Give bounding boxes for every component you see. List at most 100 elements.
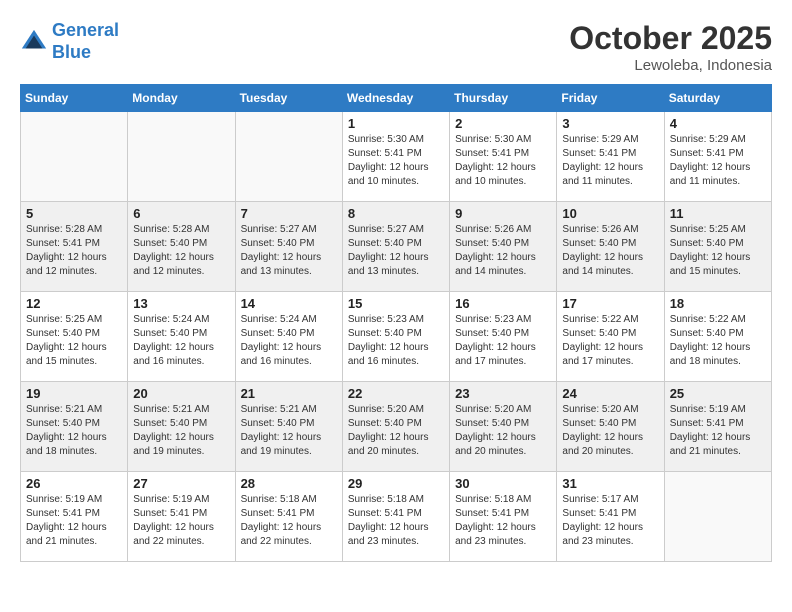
day-number: 1: [348, 116, 444, 131]
calendar-cell: 23Sunrise: 5:20 AM Sunset: 5:40 PM Dayli…: [450, 382, 557, 472]
day-number: 28: [241, 476, 337, 491]
calendar-cell: 2 Sunrise: 5:30 AM Sunset: 5:41 PM Daylig…: [450, 112, 557, 202]
calendar-cell: 4Sunrise: 5:29 AM Sunset: 5:41 PM Daylig…: [664, 112, 771, 202]
location: Lewoleba, Indonesia: [569, 57, 772, 74]
calendar-cell: 21 Sunrise: 5:21 AM Sunset: 5:40 PM Dayli…: [235, 382, 342, 472]
day-number: 12: [26, 296, 122, 311]
day-info: Sunrise: 5:22 AM Sunset: 5:40 PM Dayligh…: [562, 313, 658, 369]
day-info: Sunrise: 5:18 AM Sunset: 5:41 PM Dayligh…: [348, 493, 444, 549]
title-block: October 2025 Lewoleba, Indonesia: [569, 20, 772, 74]
day-number: 2: [455, 116, 551, 131]
day-number: 13: [133, 296, 229, 311]
calendar-cell: 8 Sunrise: 5:27 AM Sunset: 5:40 PM Daylig…: [342, 202, 449, 292]
day-info: Sunrise: 5:30 AM Sunset: 5:41 PM Dayligh…: [348, 133, 444, 189]
calendar-cell: 9 Sunrise: 5:26 AM Sunset: 5:40 PM Daylig…: [450, 202, 557, 292]
day-info: Sunrise: 5:24 AM Sunset: 5:40 PM Dayligh…: [241, 313, 337, 369]
day-number: 21: [241, 386, 337, 401]
calendar-cell: 5 Sunrise: 5:28 AM Sunset: 5:41 PM Daylig…: [21, 202, 128, 292]
day-number: 3: [562, 116, 658, 131]
day-number: 18: [670, 296, 766, 311]
calendar-week-row: 1 Sunrise: 5:30 AM Sunset: 5:41 PM Daylig…: [21, 112, 772, 202]
day-info: Sunrise: 5:24 AM Sunset: 5:40 PM Dayligh…: [133, 313, 229, 369]
day-info: Sunrise: 5:17 AM Sunset: 5:41 PM Dayligh…: [562, 493, 658, 549]
day-number: 29: [348, 476, 444, 491]
weekday-header: Wednesday: [342, 85, 449, 112]
calendar-cell: 7Sunrise: 5:27 AM Sunset: 5:40 PM Daylig…: [235, 202, 342, 292]
calendar-cell: [664, 472, 771, 562]
calendar-cell: 17 Sunrise: 5:22 AM Sunset: 5:40 PM Dayli…: [557, 292, 664, 382]
day-number: 20: [133, 386, 229, 401]
day-number: 8: [348, 206, 444, 221]
day-info: Sunrise: 5:22 AM Sunset: 5:40 PM Dayligh…: [670, 313, 766, 369]
calendar-cell: 19 Sunrise: 5:21 AM Sunset: 5:40 PM Dayli…: [21, 382, 128, 472]
calendar-cell: 29 Sunrise: 5:18 AM Sunset: 5:41 PM Dayli…: [342, 472, 449, 562]
day-info: Sunrise: 5:18 AM Sunset: 5:41 PM Dayligh…: [241, 493, 337, 549]
day-info: Sunrise: 5:21 AM Sunset: 5:40 PM Dayligh…: [26, 403, 122, 459]
calendar-cell: 24 Sunrise: 5:20 AM Sunset: 5:40 PM Dayli…: [557, 382, 664, 472]
weekday-header: Friday: [557, 85, 664, 112]
day-number: 17: [562, 296, 658, 311]
day-number: 15: [348, 296, 444, 311]
day-info: Sunrise: 5:18 AM Sunset: 5:41 PM Dayligh…: [455, 493, 551, 549]
calendar: SundayMondayTuesdayWednesdayThursdayFrid…: [20, 84, 772, 562]
calendar-cell: 13 Sunrise: 5:24 AM Sunset: 5:40 PM Dayli…: [128, 292, 235, 382]
weekday-header: Thursday: [450, 85, 557, 112]
day-info: Sunrise: 5:25 AM Sunset: 5:40 PM Dayligh…: [670, 223, 766, 279]
day-info: Sunrise: 5:28 AM Sunset: 5:41 PM Dayligh…: [26, 223, 122, 279]
weekday-header: Monday: [128, 85, 235, 112]
day-info: Sunrise: 5:21 AM Sunset: 5:40 PM Dayligh…: [241, 403, 337, 459]
day-number: 26: [26, 476, 122, 491]
calendar-cell: 6 Sunrise: 5:28 AM Sunset: 5:40 PM Daylig…: [128, 202, 235, 292]
calendar-cell: 3 Sunrise: 5:29 AM Sunset: 5:41 PM Daylig…: [557, 112, 664, 202]
calendar-cell: [21, 112, 128, 202]
day-number: 11: [670, 206, 766, 221]
day-number: 6: [133, 206, 229, 221]
calendar-cell: [235, 112, 342, 202]
calendar-header: SundayMondayTuesdayWednesdayThursdayFrid…: [21, 85, 772, 112]
weekday-header: Tuesday: [235, 85, 342, 112]
day-number: 4: [670, 116, 766, 131]
day-info: Sunrise: 5:21 AM Sunset: 5:40 PM Dayligh…: [133, 403, 229, 459]
calendar-cell: 14 Sunrise: 5:24 AM Sunset: 5:40 PM Dayli…: [235, 292, 342, 382]
day-number: 5: [26, 206, 122, 221]
calendar-cell: 1 Sunrise: 5:30 AM Sunset: 5:41 PM Daylig…: [342, 112, 449, 202]
calendar-cell: 31 Sunrise: 5:17 AM Sunset: 5:41 PM Dayli…: [557, 472, 664, 562]
day-info: Sunrise: 5:26 AM Sunset: 5:40 PM Dayligh…: [455, 223, 551, 279]
day-info: Sunrise: 5:29 AM Sunset: 5:41 PM Dayligh…: [562, 133, 658, 189]
weekday-header: Sunday: [21, 85, 128, 112]
calendar-cell: 26 Sunrise: 5:19 AM Sunset: 5:41 PM Dayli…: [21, 472, 128, 562]
day-info: Sunrise: 5:19 AM Sunset: 5:41 PM Dayligh…: [133, 493, 229, 549]
day-info: Sunrise: 5:23 AM Sunset: 5:40 PM Dayligh…: [348, 313, 444, 369]
page-header: General Blue October 2025 Lewoleba, Indo…: [20, 20, 772, 74]
weekday-header: Saturday: [664, 85, 771, 112]
day-number: 10: [562, 206, 658, 221]
month-title: October 2025: [569, 20, 772, 57]
day-info: Sunrise: 5:26 AM Sunset: 5:40 PM Dayligh…: [562, 223, 658, 279]
day-number: 7: [241, 206, 337, 221]
calendar-cell: 15 Sunrise: 5:23 AM Sunset: 5:40 PM Dayli…: [342, 292, 449, 382]
day-info: Sunrise: 5:20 AM Sunset: 5:40 PM Dayligh…: [348, 403, 444, 459]
day-number: 24: [562, 386, 658, 401]
calendar-cell: [128, 112, 235, 202]
calendar-cell: 11 Sunrise: 5:25 AM Sunset: 5:40 PM Dayli…: [664, 202, 771, 292]
calendar-cell: 10 Sunrise: 5:26 AM Sunset: 5:40 PM Dayli…: [557, 202, 664, 292]
day-number: 14: [241, 296, 337, 311]
day-number: 22: [348, 386, 444, 401]
day-info: Sunrise: 5:27 AM Sunset: 5:40 PM Dayligh…: [348, 223, 444, 279]
day-info: Sunrise: 5:28 AM Sunset: 5:40 PM Dayligh…: [133, 223, 229, 279]
day-info: Sunrise: 5:30 AM Sunset: 5:41 PM Dayligh…: [455, 133, 551, 189]
calendar-cell: 18 Sunrise: 5:22 AM Sunset: 5:40 PM Dayli…: [664, 292, 771, 382]
logo-text: General Blue: [52, 20, 119, 63]
day-info: Sunrise: 5:20 AM Sunset: 5:40 PM Dayligh…: [562, 403, 658, 459]
calendar-cell: 30 Sunrise: 5:18 AM Sunset: 5:41 PM Dayli…: [450, 472, 557, 562]
day-number: 19: [26, 386, 122, 401]
calendar-cell: 25Sunrise: 5:19 AM Sunset: 5:41 PM Dayli…: [664, 382, 771, 472]
day-info: Sunrise: 5:19 AM Sunset: 5:41 PM Dayligh…: [26, 493, 122, 549]
calendar-cell: 16Sunrise: 5:23 AM Sunset: 5:40 PM Dayli…: [450, 292, 557, 382]
day-number: 23: [455, 386, 551, 401]
day-info: Sunrise: 5:19 AM Sunset: 5:41 PM Dayligh…: [670, 403, 766, 459]
day-number: 30: [455, 476, 551, 491]
day-number: 31: [562, 476, 658, 491]
day-number: 9: [455, 206, 551, 221]
calendar-week-row: 26 Sunrise: 5:19 AM Sunset: 5:41 PM Dayli…: [21, 472, 772, 562]
